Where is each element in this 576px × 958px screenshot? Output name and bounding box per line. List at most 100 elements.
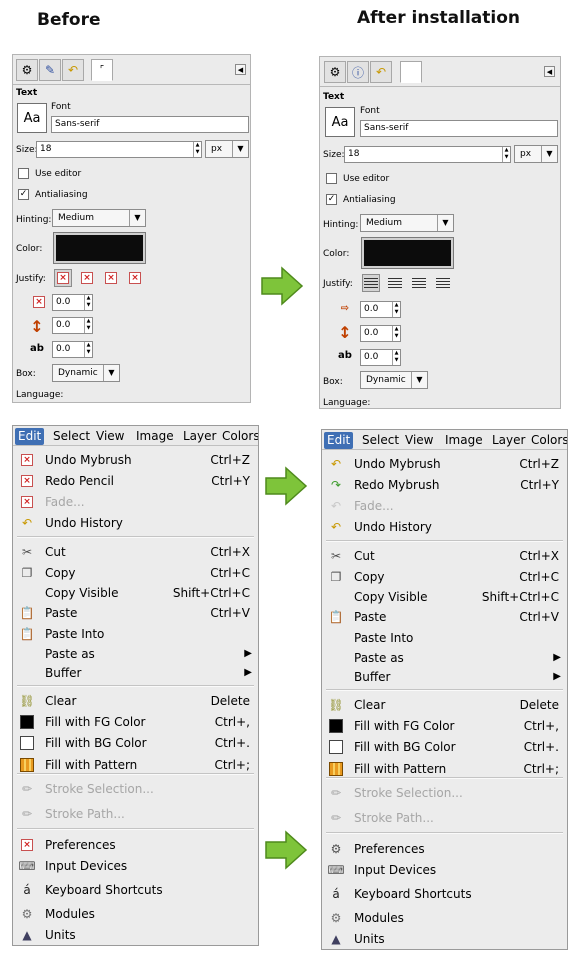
menu-item-undo-history[interactable]: ↶ Undo History	[13, 513, 258, 533]
menu-item-copy[interactable]: ❐ Copy Ctrl+C	[13, 563, 258, 583]
justify-fill-button[interactable]: ×	[126, 269, 144, 287]
color-swatch[interactable]	[53, 232, 146, 264]
menubar-image[interactable]: Image	[133, 428, 177, 445]
menu-item-clear[interactable]: ⛓ Clear Delete	[13, 691, 258, 711]
size-unit-select[interactable]: px ▼	[205, 140, 249, 158]
menu-item-cut[interactable]: ✂ Cut Ctrl+X	[13, 542, 258, 562]
spin-buttons[interactable]: ▲ ▼	[392, 350, 400, 365]
tab-image-preview[interactable]	[400, 61, 422, 83]
font-preview-button[interactable]: Aa	[17, 103, 47, 133]
spin-buttons[interactable]: ▲ ▼	[193, 142, 201, 157]
use-editor-checkbox[interactable]	[326, 173, 337, 184]
tab-device-status[interactable]: ✎	[39, 59, 61, 81]
menu-item-keyboard-shortcuts[interactable]: á Keyboard Shortcuts	[13, 880, 258, 900]
letter-spacing-spinner[interactable]: 0.0 ▲ ▼	[52, 341, 93, 358]
menubar-edit[interactable]: Edit	[324, 432, 354, 449]
font-field[interactable]: Sans-serif	[51, 116, 249, 133]
justify-left-button[interactable]: ×	[54, 269, 72, 287]
line-spacing-spinner[interactable]: 0.0 ▲ ▼	[360, 325, 401, 342]
size-spinner[interactable]: 18 ▲ ▼	[36, 141, 202, 158]
menubar-image[interactable]: Image	[442, 432, 486, 449]
spin-buttons[interactable]: ▲ ▼	[392, 326, 400, 341]
size-unit-select[interactable]: px ▼	[514, 145, 558, 163]
justify-center-button[interactable]	[410, 274, 428, 292]
menu-item-undo-mybrush[interactable]: ↶ Undo Mybrush Ctrl+Z	[322, 454, 567, 474]
menu-item-fill-with-pattern[interactable]: Fill with Pattern Ctrl+;	[322, 759, 567, 779]
menu-item-fill-with-bg-color[interactable]: Fill with BG Color Ctrl+.	[13, 733, 258, 753]
justify-fill-button[interactable]	[434, 274, 452, 292]
menu-item-undo-history[interactable]: ↶ Undo History	[322, 517, 567, 537]
menu-item-paste-into[interactable]: Paste Into	[322, 628, 567, 648]
menu-item-buffer[interactable]: Buffer ▶	[322, 667, 567, 687]
indent-spinner[interactable]: 0.0 ▲ ▼	[52, 294, 93, 311]
box-select[interactable]: Dynamic ▼	[52, 364, 120, 382]
menubar-colors[interactable]: Colors	[528, 432, 567, 449]
box-select[interactable]: Dynamic ▼	[360, 371, 428, 389]
menu-item-fill-with-fg-color[interactable]: Fill with FG Color Ctrl+,	[322, 716, 567, 736]
use-editor-checkbox[interactable]	[18, 168, 29, 179]
spin-buttons[interactable]: ▲ ▼	[392, 302, 400, 317]
spin-buttons[interactable]: ▲ ▼	[84, 318, 92, 333]
line-spacing-spinner[interactable]: 0.0 ▲ ▼	[52, 317, 93, 334]
tab-tool-options[interactable]: ⚙	[16, 59, 38, 81]
menu-item-paste[interactable]: 📋 Paste Ctrl+V	[13, 603, 258, 623]
menu-item-fill-with-bg-color[interactable]: Fill with BG Color Ctrl+.	[322, 737, 567, 757]
spin-buttons[interactable]: ▲ ▼	[84, 342, 92, 357]
tab-undo-history[interactable]: ↶	[370, 61, 392, 83]
spin-buttons[interactable]: ▲ ▼	[84, 295, 92, 310]
antialiasing-checkbox[interactable]: ✓	[18, 189, 29, 200]
menubar-edit[interactable]: Edit	[15, 428, 45, 445]
menu-item-redo-mybrush[interactable]: ↷ Redo Mybrush Ctrl+Y	[322, 475, 567, 495]
menu-item-paste-into[interactable]: 📋 Paste Into	[13, 624, 258, 644]
menu-item-modules[interactable]: ⚙ Modules	[13, 904, 258, 924]
menubar-view[interactable]: View	[402, 432, 436, 449]
menu-item-clear[interactable]: ⛓ Clear Delete	[322, 695, 567, 715]
menu-item-modules[interactable]: ⚙ Modules	[322, 908, 567, 928]
menu-item-paste-as[interactable]: Paste as ▶	[322, 648, 567, 668]
tab-device-status[interactable]: ⓘ	[347, 61, 369, 83]
hinting-select[interactable]: Medium ▼	[52, 209, 146, 227]
menubar-colors[interactable]: Colors	[219, 428, 258, 445]
justify-right-button[interactable]	[386, 274, 404, 292]
menu-item-copy-visible[interactable]: Copy Visible Shift+Ctrl+C	[13, 583, 258, 603]
menu-item-units[interactable]: ▲ Units	[13, 925, 258, 945]
menu-item-copy-visible[interactable]: Copy Visible Shift+Ctrl+C	[322, 587, 567, 607]
menu-item-preferences[interactable]: × Preferences	[13, 835, 258, 855]
justify-left-button[interactable]	[362, 274, 380, 292]
menu-item-cut[interactable]: ✂ Cut Ctrl+X	[322, 546, 567, 566]
menu-item-input-devices[interactable]: ⌨ Input Devices	[322, 860, 567, 880]
hinting-select[interactable]: Medium ▼	[360, 214, 454, 232]
spin-buttons[interactable]: ▲ ▼	[502, 147, 510, 162]
menubar-select[interactable]: Select	[359, 432, 402, 449]
menu-item-undo-mybrush[interactable]: × Undo Mybrush Ctrl+Z	[13, 450, 258, 470]
menu-item-fill-with-fg-color[interactable]: Fill with FG Color Ctrl+,	[13, 712, 258, 732]
tab-undo-history[interactable]: ↶	[62, 59, 84, 81]
color-swatch[interactable]	[361, 237, 454, 269]
font-field[interactable]: Sans-serif	[360, 120, 558, 137]
menu-item-preferences[interactable]: ⚙ Preferences	[322, 839, 567, 859]
tab-tool-options[interactable]: ⚙	[324, 61, 346, 83]
size-spinner[interactable]: 18 ▲ ▼	[344, 146, 511, 163]
tab-image-preview[interactable]: ⌜	[91, 59, 113, 81]
menubar-select[interactable]: Select	[50, 428, 93, 445]
tab-menu-button[interactable]: ◀	[544, 66, 555, 77]
menu-item-fill-with-pattern[interactable]: Fill with Pattern Ctrl+;	[13, 755, 258, 775]
letter-spacing-spinner[interactable]: 0.0 ▲ ▼	[360, 349, 401, 366]
menu-item-units[interactable]: ▲ Units	[322, 929, 567, 949]
menu-item-buffer[interactable]: Buffer ▶	[13, 663, 258, 683]
indent-spinner[interactable]: 0.0 ▲ ▼	[360, 301, 401, 318]
menu-item-paste[interactable]: 📋 Paste Ctrl+V	[322, 607, 567, 627]
tab-menu-button[interactable]: ◀	[235, 64, 246, 75]
justify-center-button[interactable]: ×	[102, 269, 120, 287]
font-preview-button[interactable]: Aa	[325, 107, 355, 137]
menubar-layer[interactable]: Layer	[180, 428, 219, 445]
menu-item-input-devices[interactable]: ⌨ Input Devices	[13, 856, 258, 876]
menu-item-copy[interactable]: ❐ Copy Ctrl+C	[322, 567, 567, 587]
menu-item-paste-as[interactable]: Paste as ▶	[13, 644, 258, 664]
justify-right-button[interactable]: ×	[78, 269, 96, 287]
antialiasing-checkbox[interactable]: ✓	[326, 194, 337, 205]
menubar-view[interactable]: View	[93, 428, 127, 445]
menu-item-keyboard-shortcuts[interactable]: á Keyboard Shortcuts	[322, 884, 567, 904]
menu-item-redo-pencil[interactable]: × Redo Pencil Ctrl+Y	[13, 471, 258, 491]
menubar-layer[interactable]: Layer	[489, 432, 528, 449]
